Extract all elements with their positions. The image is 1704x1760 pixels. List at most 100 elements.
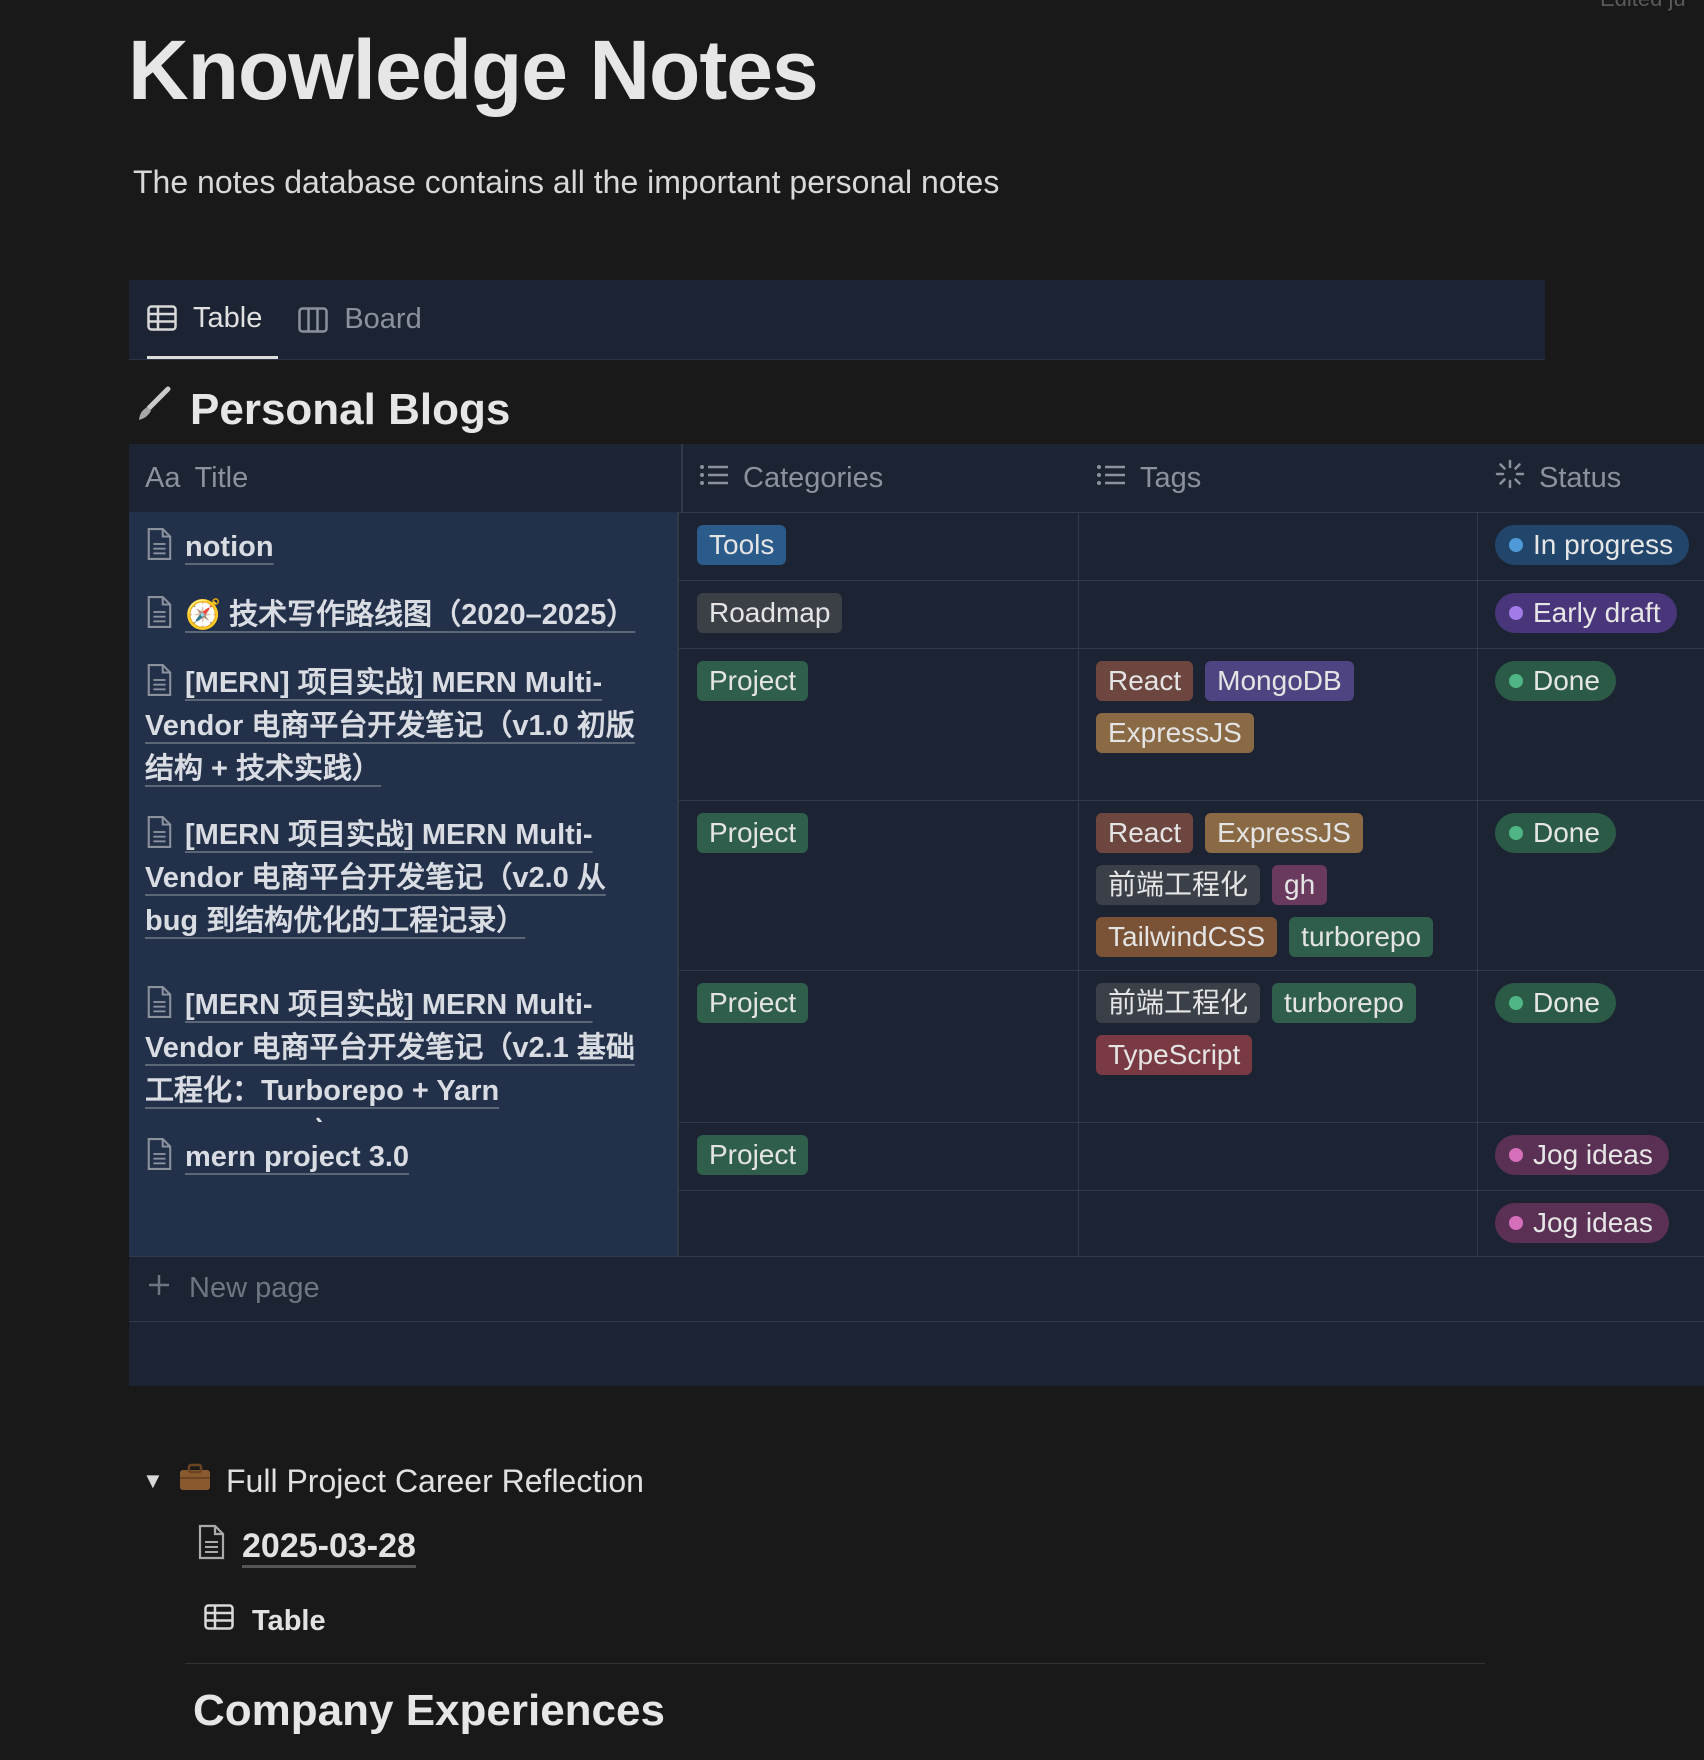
status-icon [1495,459,1525,497]
table-row[interactable]: [MERN 项目实战] MERN Multi-Vendor 电商平台开发笔记（v… [129,800,1704,971]
tab-board[interactable]: Board [298,280,437,359]
table-row[interactable]: [MERN 项目实战] MERN Multi-Vendor 电商平台开发笔记（v… [129,970,1704,1150]
briefcase-icon [178,1462,212,1500]
cell-status[interactable]: Done [1479,800,1704,970]
status-dot-icon [1509,996,1523,1010]
category-chip: Tools [697,525,787,565]
cell-categories[interactable]: Project [681,800,1079,970]
toggle-down-icon[interactable]: ▼ [142,1468,164,1494]
column-header-title[interactable]: Aa Title [145,444,248,512]
status-pill: Early draft [1495,593,1677,633]
page-title: Knowledge Notes [128,23,819,117]
tag-chip: React [1096,813,1194,853]
status-label: Jog ideas [1533,1207,1653,1238]
cell-title[interactable]: notion [129,512,679,580]
page-icon [145,815,173,854]
subpage-link[interactable]: 2025-03-28 [196,1524,416,1569]
category-chip: Project [697,983,809,1023]
status-pill: Jog ideas [1495,1135,1669,1175]
tag-chip: React [1096,661,1194,701]
table-row[interactable]: notion Tools In progress [129,512,1704,581]
cell-categories[interactable]: Project [681,970,1079,1122]
column-tags-label: Tags [1140,461,1202,494]
page-icon [145,595,173,634]
cell-status[interactable]: In progress [1479,512,1704,580]
category-chip: Project [697,1135,809,1175]
table-header: Aa Title Categories Tags Status [129,444,1704,513]
status-pill: In progress [1495,525,1690,565]
table-row[interactable]: Jog ideas [129,1190,1704,1257]
tag-chip: TailwindCSS [1096,917,1278,957]
row-title[interactable]: mern project 3.0 [185,1141,409,1173]
column-header-tags[interactable]: Tags [1096,444,1201,512]
cell-tags[interactable]: React ExpressJS 前端工程化 gh TailwindCSS turborep… [1080,800,1478,970]
status-pill: Done [1495,661,1616,701]
cell-title[interactable]: [MERN] 项目实战] MERN Multi-Vendor 电商平台开发笔记（… [129,648,679,800]
column-header-status[interactable]: Status [1495,444,1621,512]
status-pill: Done [1495,983,1616,1023]
table-row[interactable]: mern project 3.0 Project Jog ideas [129,1122,1704,1191]
status-label: Jog ideas [1533,1139,1653,1170]
cell-tags[interactable] [1080,512,1478,580]
tag-chip: gh [1272,865,1328,905]
cell-categories[interactable] [681,1190,1079,1256]
tag-chip: turborepo [1272,983,1416,1023]
cell-tags[interactable] [1080,1122,1478,1190]
column-status-label: Status [1539,461,1622,494]
cell-categories[interactable]: Tools [681,512,1079,580]
column-title-label: Title [194,461,249,494]
cell-title[interactable]: [MERN 项目实战] MERN Multi-Vendor 电商平台开发笔记（v… [129,800,679,970]
column-categories-label: Categories [743,461,884,494]
cell-status[interactable]: Done [1479,648,1704,800]
page-description: The notes database contains all the impo… [133,164,1000,200]
tag-chip: ExpressJS [1096,713,1254,753]
status-dot-icon [1509,1216,1523,1230]
cell-tags[interactable]: 前端工程化 turborepo TypeScript [1080,970,1478,1122]
status-dot-icon [1509,826,1523,840]
tab-table[interactable]: Table [147,280,279,359]
tag-chip: 前端工程化 [1096,983,1261,1023]
row-title[interactable]: 🧭 技术写作路线图（2020–2025） [185,599,635,631]
table-icon [147,305,177,331]
toggle-career-reflection[interactable]: ▼ Full Project Career Reflection [142,1462,644,1500]
tag-chip: MongoDB [1205,661,1354,701]
tag-chip: ExpressJS [1205,813,1363,853]
cell-title[interactable]: 🧭 技术写作路线图（2020–2025） [129,580,679,648]
tab-table-label: Table [193,301,263,334]
cell-categories[interactable]: Project [681,648,1079,800]
column-header-categories[interactable]: Categories [681,444,1081,512]
database-title-label: Personal Blogs [190,384,511,434]
cell-categories[interactable]: Roadmap [681,580,1079,648]
status-dot-icon [1509,674,1523,688]
cell-status[interactable]: Done [1479,970,1704,1122]
tab-table-secondary[interactable]: Table [204,1604,326,1638]
edited-timestamp: Edited ju [1600,0,1686,12]
subpage-title: 2025-03-28 [242,1527,416,1565]
cell-tags[interactable] [1080,1190,1478,1256]
cell-title[interactable] [129,1190,679,1256]
cell-status[interactable]: Early draft [1479,580,1704,648]
category-chip: Project [697,661,809,701]
row-title[interactable]: [MERN] 项目实战] MERN Multi-Vendor 电商平台开发笔记（… [145,667,635,785]
cell-status[interactable]: Jog ideas [1479,1122,1704,1190]
database-table: Aa Title Categories Tags Status notion To… [129,444,1704,1386]
table-icon [204,1604,234,1638]
page-icon [145,663,173,702]
cell-title[interactable]: [MERN 项目实战] MERN Multi-Vendor 电商平台开发笔记（v… [129,970,679,1150]
plus-icon [147,1272,171,1305]
status-pill: Done [1495,813,1616,853]
cell-tags[interactable]: React MongoDB ExpressJS [1080,648,1478,800]
row-title[interactable]: notion [185,531,274,563]
cell-title[interactable]: mern project 3.0 [129,1122,679,1190]
cell-status[interactable]: Jog ideas [1479,1190,1704,1256]
table-row[interactable]: 🧭 技术写作路线图（2020–2025） Roadmap Early draft [129,580,1704,649]
database-title[interactable]: Personal Blogs [134,384,510,435]
cell-categories[interactable]: Project [681,1122,1079,1190]
status-pill: Jog ideas [1495,1203,1669,1243]
table-row[interactable]: [MERN] 项目实战] MERN Multi-Vendor 电商平台开发笔记（… [129,648,1704,801]
view-tabs: Table Board [129,280,1545,360]
row-title[interactable]: [MERN 项目实战] MERN Multi-Vendor 电商平台开发笔记（v… [145,819,606,937]
category-chip: Roadmap [697,593,843,633]
new-page-button[interactable]: New page [129,1256,1704,1322]
cell-tags[interactable] [1080,580,1478,648]
